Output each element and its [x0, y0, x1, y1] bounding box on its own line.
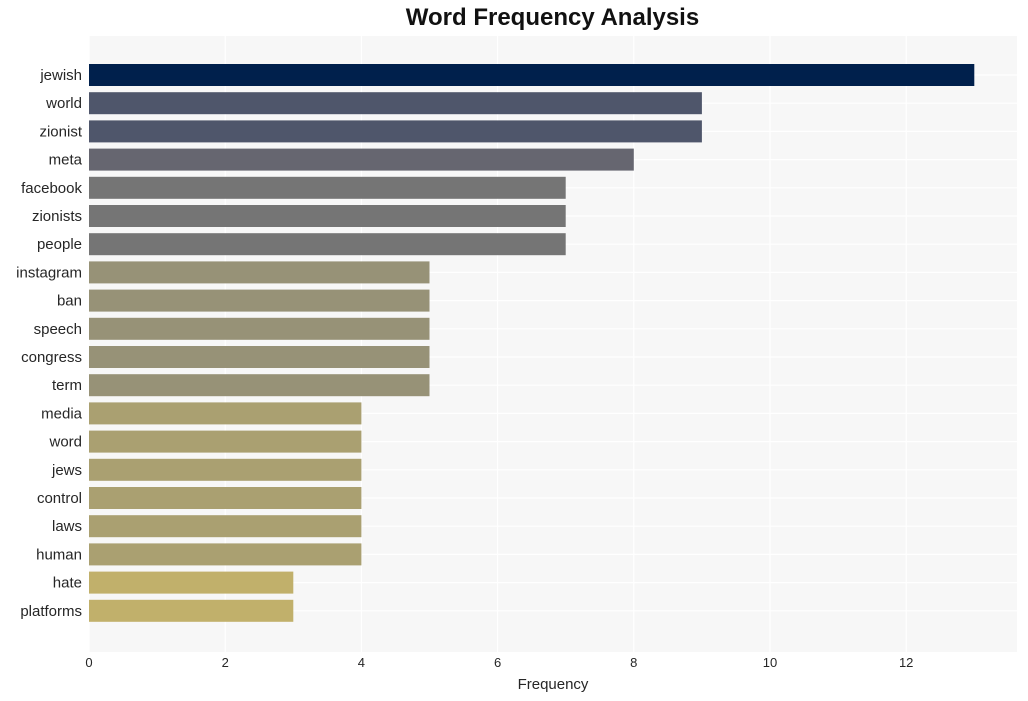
y-tick-label: human [36, 546, 82, 563]
y-tick-label: control [37, 490, 82, 507]
y-tick-label: speech [34, 321, 82, 338]
bar-jews [89, 458, 362, 481]
bar-instagram [89, 261, 430, 284]
y-tick-label: congress [21, 349, 82, 366]
x-axis-label: Frequency [518, 676, 589, 693]
bar-speech [89, 317, 430, 340]
y-tick-label: word [48, 434, 82, 451]
x-tick-label: 0 [85, 655, 92, 670]
bar-jewish [89, 64, 975, 86]
bar-zionists [89, 205, 566, 227]
x-tick-label: 6 [494, 655, 501, 670]
y-tick-label: meta [49, 152, 83, 169]
bar-laws [89, 515, 362, 538]
y-tick-label: ban [57, 293, 82, 310]
bar-control [89, 487, 362, 509]
bar-term [89, 374, 430, 397]
y-tick-label: zionist [39, 123, 82, 140]
bar-facebook [89, 176, 566, 199]
y-tick-label: term [52, 377, 82, 394]
y-tick-label: jewish [39, 67, 82, 84]
x-tick-label: 2 [222, 655, 229, 670]
bar-people [89, 233, 566, 256]
x-tick-label: 10 [763, 655, 777, 670]
bar-hate [89, 571, 294, 594]
y-tick-labels: jewish world zionist meta facebook zionists pe… [16, 67, 83, 620]
y-tick-label: zionists [32, 208, 82, 225]
y-tick-label: hate [53, 575, 82, 592]
bar-chart: jewish world zionist meta facebook zionists pe… [16, 36, 1017, 693]
x-tick-label: 4 [358, 655, 365, 670]
y-tick-label: platforms [20, 603, 82, 620]
y-tick-label: media [41, 405, 83, 422]
bar-human [89, 543, 362, 566]
y-tick-label: facebook [21, 180, 82, 197]
y-tick-label: laws [52, 518, 82, 535]
bar-congress [89, 346, 430, 368]
x-tick-label: 12 [899, 655, 913, 670]
y-tick-label: jews [51, 462, 82, 479]
bar-ban [89, 289, 430, 312]
bar-word [89, 430, 362, 453]
y-tick-label: people [37, 236, 82, 253]
bar-zionist [89, 120, 702, 143]
bar-world [89, 92, 702, 115]
y-tick-label: instagram [16, 264, 82, 281]
x-tick-label: 8 [630, 655, 637, 670]
x-tick-labels: 0 2 4 6 8 10 12 [85, 655, 913, 670]
bar-media [89, 402, 362, 425]
bar-platforms [89, 599, 294, 622]
bar-meta [89, 148, 634, 171]
y-tick-label: world [45, 95, 82, 112]
